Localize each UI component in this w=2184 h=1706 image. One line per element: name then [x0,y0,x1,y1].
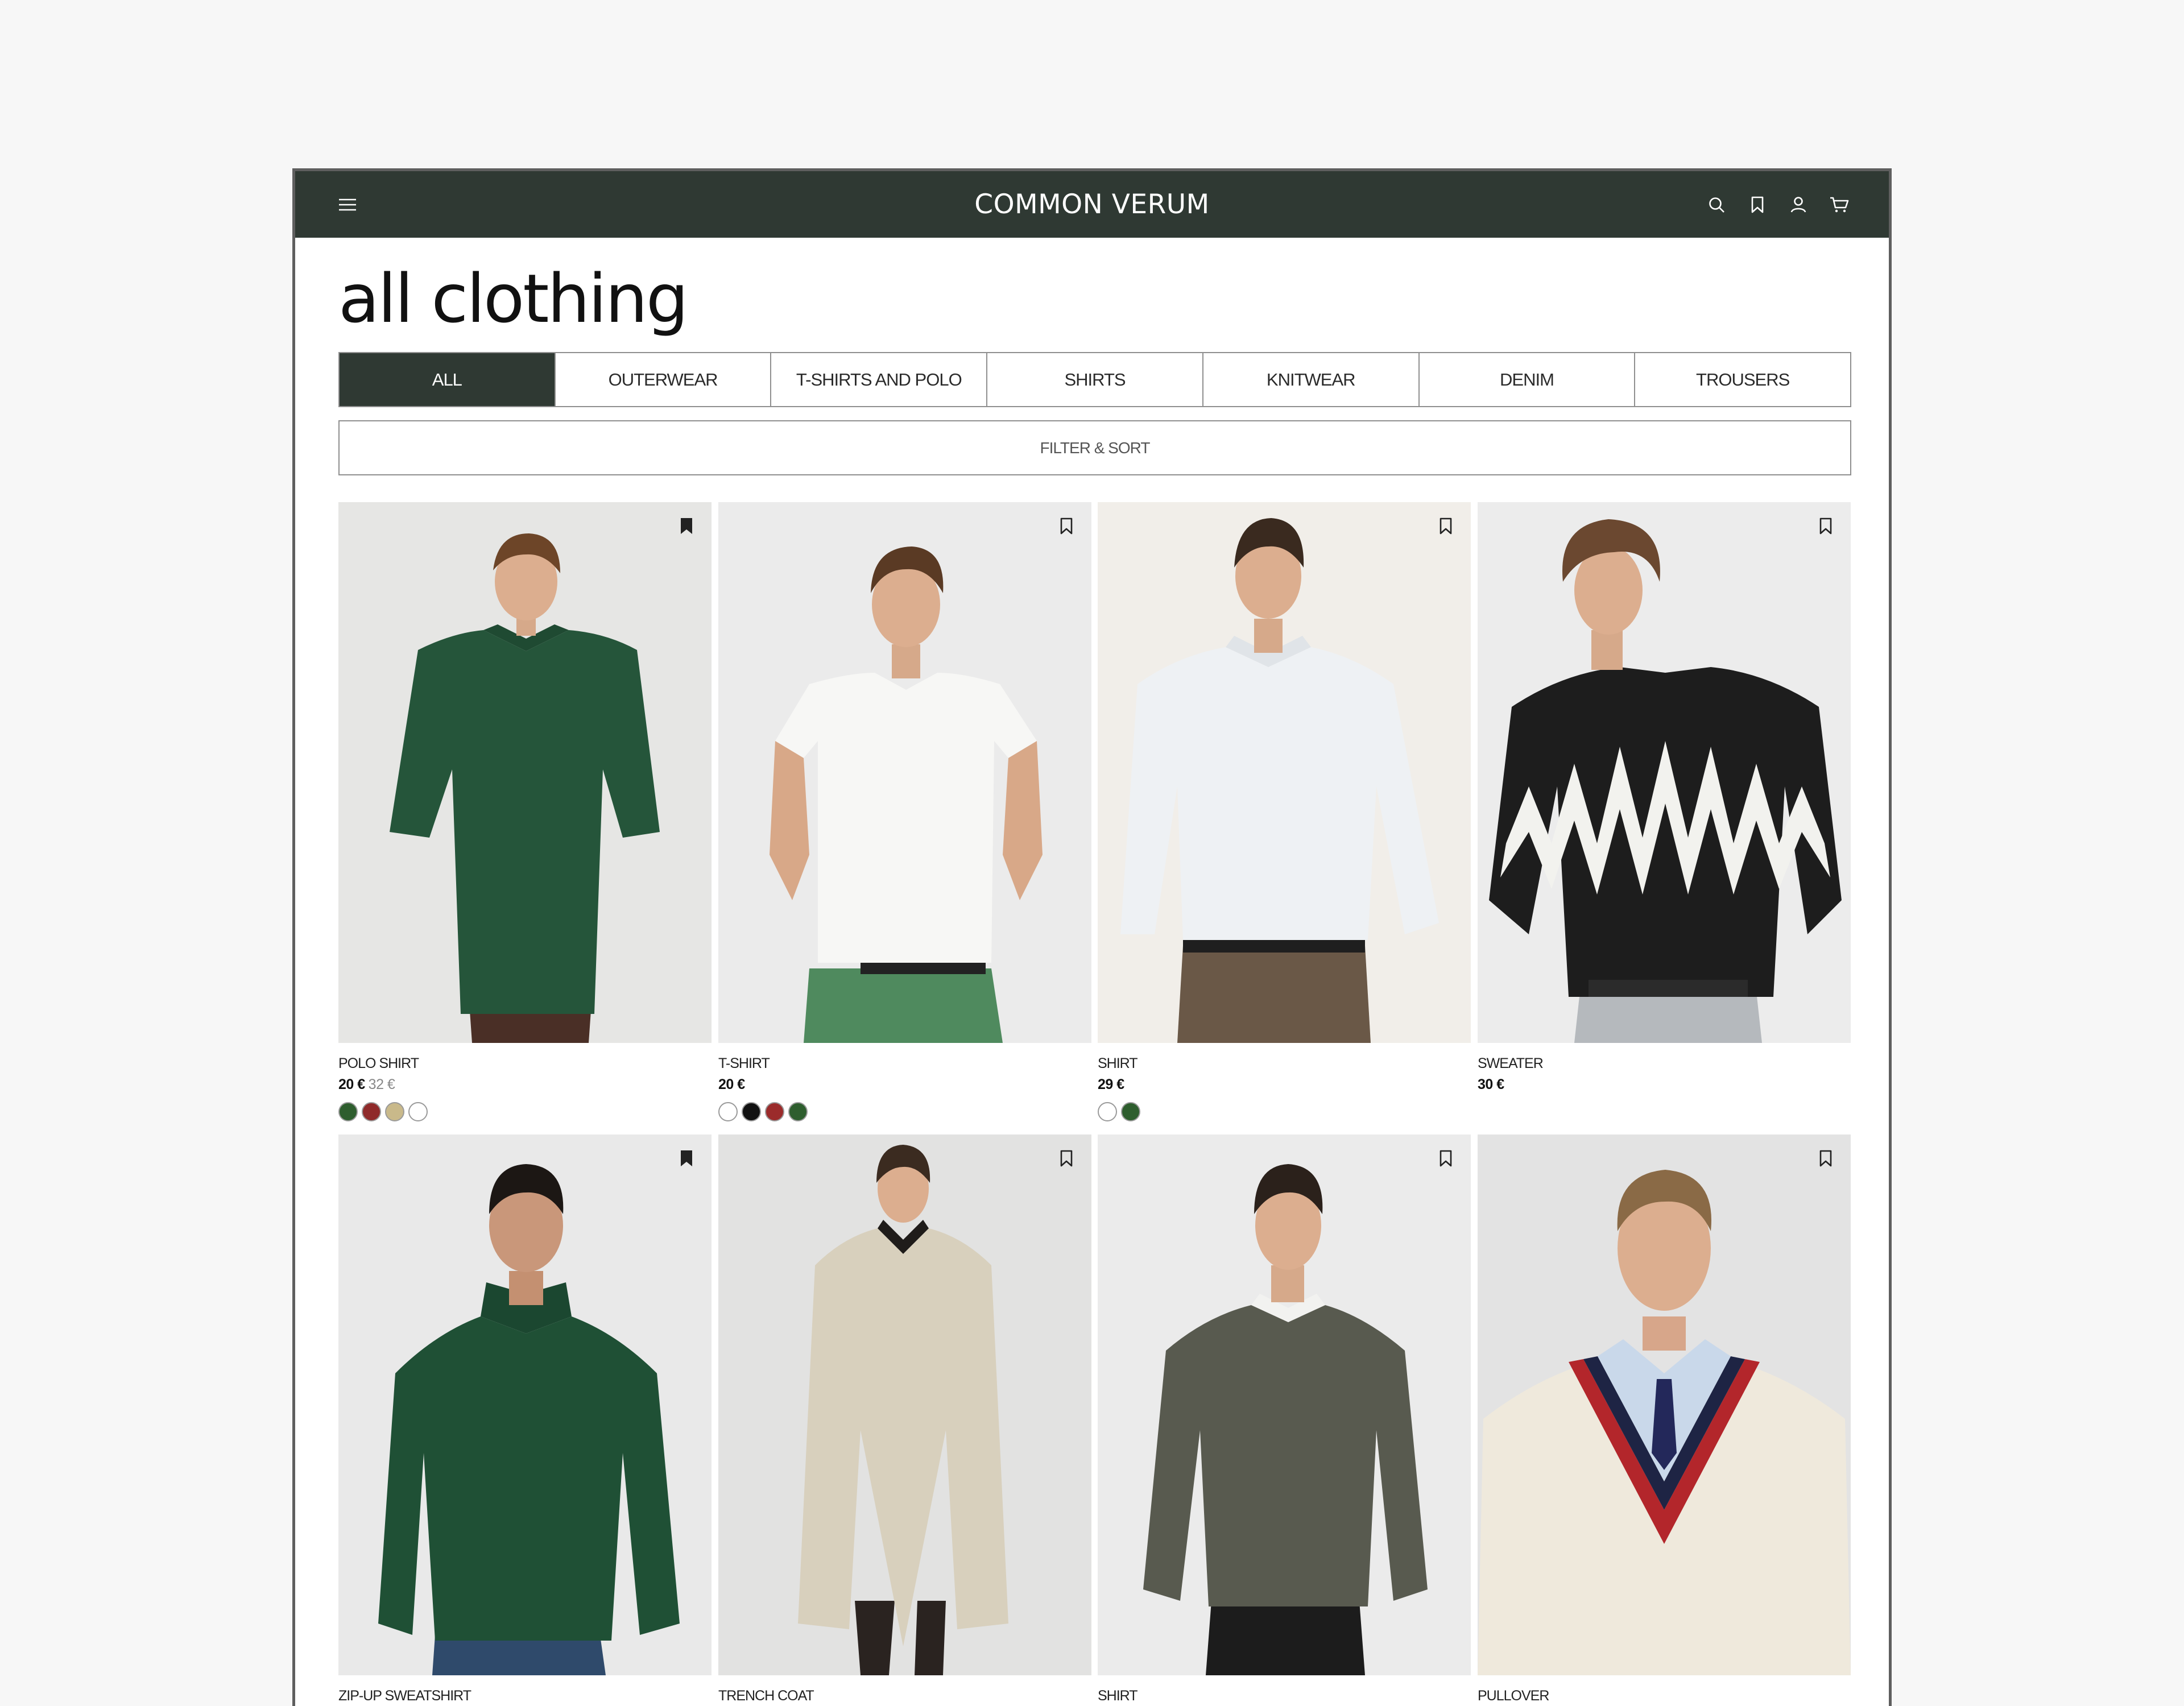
product-card[interactable]: ZIP-UP SWEATSHIRT [338,1134,712,1704]
bookmark-icon[interactable] [1816,515,1835,537]
filter-sort-button[interactable]: FILTER & SORT [338,420,1851,475]
color-swatch-white[interactable] [718,1102,738,1121]
product-price: 20 €32 € [338,1076,712,1093]
product-name: SWEATER [1478,1055,1544,1071]
color-swatches [338,1102,712,1121]
menu-icon[interactable] [336,196,359,213]
product-image[interactable] [338,1134,712,1675]
tab-trousers[interactable]: TROUSERS [1635,353,1851,406]
bookmark-icon[interactable] [1057,515,1076,537]
model-photo [718,1134,1091,1675]
product-image[interactable] [1478,1134,1851,1675]
product-card[interactable]: SWEATER 30 € [1478,502,1851,1093]
product-image[interactable] [1478,502,1851,1043]
product-image[interactable] [338,502,712,1043]
product-card[interactable]: POLO SHIRT 20 €32 € [338,502,712,1121]
current-price: 20 € [338,1076,365,1092]
product-price: 29 € [1098,1076,1471,1093]
color-swatch-red[interactable] [362,1102,381,1121]
cart-icon[interactable] [1830,195,1849,214]
model-photo [1098,1134,1471,1675]
product-price: 20 € [718,1076,1091,1093]
product-name: POLO SHIRT [338,1055,419,1071]
product-card[interactable]: T-SHIRT 20 € [718,502,1091,1121]
color-swatch-white[interactable] [1098,1102,1117,1121]
product-name: PULLOVER [1478,1688,1549,1704]
tab-knitwear[interactable]: KNITWEAR [1203,353,1420,406]
tab-outerwear[interactable]: OUTERWEAR [555,353,772,406]
model-photo [338,502,712,1043]
tab-denim[interactable]: DENIM [1419,353,1636,406]
bookmark-icon[interactable] [1748,195,1767,214]
tab-t-shirts-and-polo[interactable]: T-SHIRTS AND POLO [771,353,988,406]
product-name: SHIRT [1098,1688,1138,1704]
product-card[interactable]: SHIRT [1098,1134,1471,1704]
bookmark-icon[interactable] [1816,1147,1835,1170]
product-name: SHIRT [1098,1055,1138,1071]
bookmark-icon[interactable] [677,515,696,537]
category-tabs: ALL OUTERWEAR T-SHIRTS AND POLO SHIRTS K… [338,352,1851,407]
product-name: ZIP-UP SWEATSHIRT [338,1688,471,1704]
brand-logo[interactable]: COMMON VERUM [974,189,1209,220]
color-swatches [1098,1102,1471,1121]
page-title: all clothing [338,259,689,338]
color-swatch-black[interactable] [742,1102,761,1121]
product-image[interactable] [718,1134,1091,1675]
bookmark-icon[interactable] [1057,1147,1076,1170]
product-card[interactable]: PULLOVER [1478,1134,1851,1704]
product-name: TRENCH COAT [718,1688,814,1704]
bookmark-icon[interactable] [677,1147,696,1170]
old-price: 32 € [368,1076,395,1092]
color-swatch-red[interactable] [765,1102,784,1121]
product-card[interactable]: SHIRT 29 € [1098,502,1471,1121]
model-photo [1478,502,1851,1043]
color-swatch-green[interactable] [338,1102,358,1121]
header-actions [1707,195,1849,214]
product-card[interactable]: TRENCH COAT [718,1134,1091,1704]
color-swatch-white[interactable] [408,1102,428,1121]
color-swatch-green[interactable] [788,1102,808,1121]
product-image[interactable] [718,502,1091,1043]
tab-shirts[interactable]: SHIRTS [987,353,1203,406]
bookmark-icon[interactable] [1436,515,1455,537]
search-icon[interactable] [1707,195,1726,214]
product-name: T-SHIRT [718,1055,770,1071]
model-photo [1478,1134,1851,1675]
user-icon[interactable] [1789,195,1808,214]
current-price: 30 € [1478,1076,1504,1092]
model-photo [718,502,1091,1043]
product-price: 30 € [1478,1076,1851,1093]
current-price: 29 € [1098,1076,1124,1092]
color-swatch-green[interactable] [1121,1102,1140,1121]
current-price: 20 € [718,1076,745,1092]
color-swatch-beige[interactable] [385,1102,404,1121]
tab-all[interactable]: ALL [340,353,556,406]
product-image[interactable] [1098,502,1471,1043]
bookmark-icon[interactable] [1436,1147,1455,1170]
model-photo [1098,502,1471,1043]
model-photo [338,1134,712,1675]
app-window: COMMON VERUM all clothing ALL OUTERWEAR … [292,168,1892,1706]
product-image[interactable] [1098,1134,1471,1675]
color-swatches [718,1102,1091,1121]
top-nav-bar: COMMON VERUM [295,171,1889,238]
